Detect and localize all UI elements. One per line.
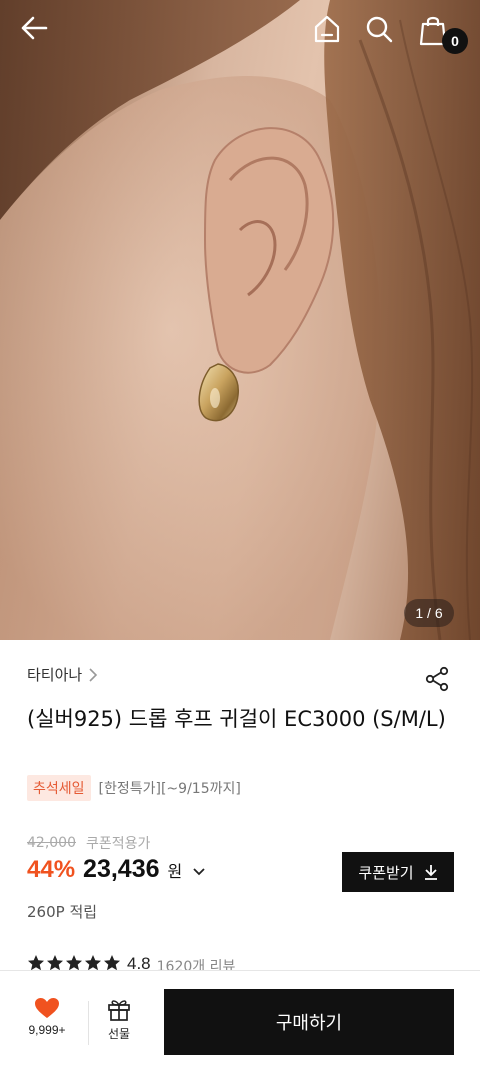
star-icon — [85, 955, 101, 970]
home-button[interactable] — [312, 14, 356, 58]
chevron-right-icon — [89, 667, 98, 682]
price-detail-toggle[interactable] — [192, 867, 206, 877]
sale-price: 23,436 — [83, 855, 160, 883]
star-icon — [104, 955, 120, 970]
buy-button[interactable]: 구매하기 — [164, 989, 454, 1055]
share-button[interactable] — [420, 662, 454, 696]
original-price-row: 42,000 쿠폰적용가 — [27, 833, 150, 853]
bottom-action-bar: 9,999+ 선물 구매하기 — [0, 970, 480, 1068]
like-count: 9,999+ — [28, 1023, 66, 1037]
reward-points: 260P 적립 — [27, 903, 98, 921]
star-icon — [47, 955, 63, 970]
review-count-link[interactable]: 1620개 리뷰 — [157, 956, 236, 970]
star-icon — [66, 955, 82, 970]
brand-link[interactable]: 타티아나 — [27, 664, 98, 685]
coupon-button-label: 쿠폰받기 — [358, 863, 414, 882]
search-icon — [366, 16, 393, 43]
gift-icon — [108, 1000, 130, 1021]
rating-value: 4.8 — [127, 954, 151, 970]
gift-label: 선물 — [107, 1027, 131, 1041]
gift-button[interactable]: 선물 — [96, 997, 142, 1049]
promo-row: 추석세일 [한정특가][~9/15까지] — [27, 775, 241, 801]
promo-badge: 추석세일 — [27, 775, 91, 801]
search-button[interactable] — [364, 14, 408, 58]
original-price: 42,000 — [27, 835, 76, 851]
coupon-download-button[interactable]: 쿠폰받기 — [342, 852, 454, 892]
star-icon — [28, 955, 44, 970]
ear-photo — [0, 0, 480, 640]
share-icon — [425, 666, 449, 692]
cart-count-badge: 0 — [442, 28, 468, 54]
download-icon — [424, 865, 437, 880]
price-row[interactable]: 44% 23,436 원 — [27, 855, 206, 884]
brand-name: 타티아나 — [27, 666, 83, 684]
back-button[interactable] — [20, 16, 60, 56]
promo-note: [한정특가][~9/15까지] — [98, 781, 241, 797]
divider — [88, 1001, 89, 1045]
home-icon — [314, 15, 340, 43]
product-image[interactable]: 0 1 / 6 — [0, 0, 480, 640]
currency-label: 원 — [167, 862, 183, 881]
heart-icon — [35, 998, 59, 1018]
image-counter: 1 / 6 — [404, 599, 454, 627]
product-title: (실버925) 드롭 후프 귀걸이 EC3000 (S/M/L) — [27, 707, 446, 731]
discount-rate: 44% — [27, 856, 76, 883]
back-arrow-icon — [21, 16, 48, 40]
like-button[interactable]: 9,999+ — [14, 997, 80, 1049]
chevron-down-icon — [193, 868, 205, 876]
star-rating — [27, 954, 121, 970]
coupon-price-label: 쿠폰적용가 — [86, 836, 151, 852]
rating-row[interactable]: 4.8 1620개 리뷰 — [27, 954, 235, 970]
